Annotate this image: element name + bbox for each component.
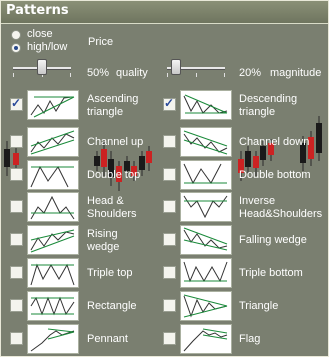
- checkmark-icon: ✓: [164, 96, 175, 110]
- pattern-checkbox[interactable]: [10, 135, 23, 148]
- pattern-label: Descending: [239, 93, 298, 105]
- channel-up-icon: [27, 127, 79, 157]
- pennant-icon: [27, 324, 79, 354]
- pattern-label: Channel down: [239, 136, 310, 148]
- pattern-checkbox[interactable]: ✓: [10, 96, 23, 111]
- patterns-panel: Patterns close high/low Price 50% qualit…: [0, 0, 329, 357]
- flag-icon: [180, 324, 232, 354]
- pattern-label: Inverse: [239, 195, 276, 207]
- triple-top-icon: [27, 258, 79, 288]
- pattern-label-line2: triangle: [239, 106, 276, 118]
- pattern-label: Rectangle: [87, 300, 137, 312]
- pattern-checkbox[interactable]: [10, 233, 23, 246]
- pattern-label-line2: Head&Shoulders: [239, 208, 323, 220]
- pattern-checkbox[interactable]: [10, 332, 23, 345]
- pattern-checkbox[interactable]: ✓: [163, 96, 176, 111]
- panel-title-bar: Patterns: [1, 1, 328, 24]
- pattern-label: Head &: [87, 195, 124, 207]
- checkmark-icon: ✓: [11, 96, 22, 110]
- pattern-label: Double top: [87, 169, 141, 181]
- pattern-label-line2: Shoulders: [87, 208, 137, 220]
- quality-value: 50%: [87, 67, 110, 79]
- channel-down-icon: [180, 127, 232, 157]
- pattern-label: Channel up: [87, 136, 144, 148]
- pattern-checkbox[interactable]: [163, 233, 176, 246]
- falling-wedge-icon: [180, 225, 232, 255]
- rising-wedge-icon: [27, 225, 79, 255]
- magnitude-slider-thumb[interactable]: [171, 59, 181, 75]
- pattern-label: Double bottom: [239, 169, 311, 181]
- pattern-checkbox[interactable]: [10, 168, 23, 181]
- pattern-checkbox[interactable]: [10, 200, 23, 213]
- pattern-label: Rising: [87, 228, 118, 240]
- pattern-checkbox[interactable]: [163, 332, 176, 345]
- radio-high-low[interactable]: [11, 43, 21, 53]
- pattern-checkbox[interactable]: [163, 299, 176, 312]
- pattern-checkbox[interactable]: [10, 299, 23, 312]
- price-label: Price: [88, 36, 114, 48]
- double-bottom-icon: [180, 160, 232, 190]
- pattern-label: Ascending: [87, 93, 139, 105]
- pattern-label-line2: triangle: [87, 106, 124, 118]
- triangle-icon: [180, 291, 232, 321]
- inverse-head-shoulders-icon: [180, 192, 232, 222]
- quality-slider-thumb[interactable]: [37, 59, 47, 75]
- double-top-icon: [27, 160, 79, 190]
- pattern-label: Flag: [239, 333, 261, 345]
- magnitude-label: magnitude: [270, 67, 322, 79]
- pattern-label-line2: wedge: [87, 241, 120, 253]
- pattern-label: Pennant: [87, 333, 128, 345]
- pattern-label: Triple bottom: [239, 267, 303, 279]
- panel-title: Patterns: [6, 3, 69, 18]
- pattern-checkbox[interactable]: [163, 168, 176, 181]
- pattern-checkbox[interactable]: [163, 135, 176, 148]
- quality-label: quality: [116, 67, 148, 79]
- pattern-checkbox[interactable]: [163, 266, 176, 279]
- descending-triangle-icon: [180, 90, 232, 120]
- radio-close-label: close: [27, 28, 53, 40]
- pattern-label: Triple top: [87, 267, 133, 279]
- pattern-label: Triangle: [239, 300, 279, 312]
- triple-bottom-icon: [180, 258, 232, 288]
- pattern-checkbox[interactable]: [163, 200, 176, 213]
- magnitude-value: 20%: [239, 67, 262, 79]
- pattern-checkbox[interactable]: [10, 266, 23, 279]
- head-shoulders-icon: [27, 192, 79, 222]
- ascending-triangle-icon: [27, 90, 79, 120]
- radio-high-low-label: high/low: [27, 41, 68, 53]
- pattern-label: Falling wedge: [239, 234, 307, 246]
- radio-close[interactable]: [11, 30, 21, 40]
- rectangle-icon: [27, 291, 79, 321]
